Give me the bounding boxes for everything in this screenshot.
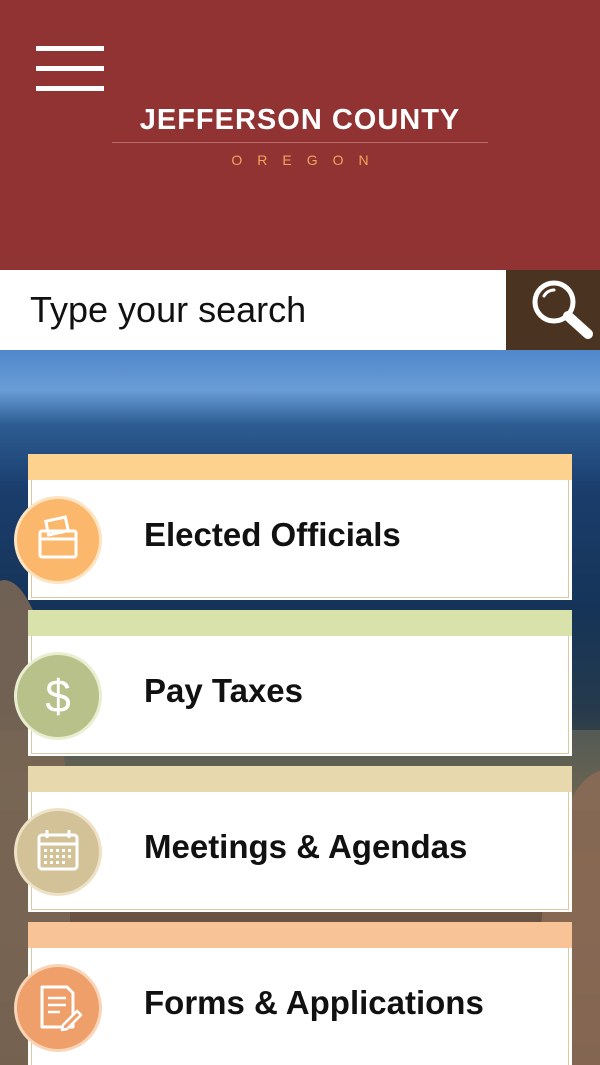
tile-label: Meetings & Agendas — [144, 828, 468, 865]
tile-pay-taxes[interactable]: Pay Taxes $ — [14, 610, 572, 756]
tile-label: Forms & Applications — [144, 984, 484, 1021]
logo-subtitle: OREGON — [231, 152, 384, 168]
search-input[interactable] — [0, 270, 506, 350]
county-logo[interactable]: JEFFERSON COUNTY OREGON — [112, 100, 488, 169]
hamburger-menu-button[interactable] — [36, 44, 104, 96]
search-bar — [0, 270, 600, 350]
document-edit-icon — [14, 964, 102, 1052]
tile-band — [28, 454, 572, 480]
tile-band — [28, 766, 572, 792]
search-button[interactable] — [506, 270, 600, 350]
menu-bar — [36, 66, 104, 71]
tile-forms-applications[interactable]: Forms & Applications — [14, 922, 572, 1065]
tile-meetings-agendas[interactable]: Meetings & Agendas — [14, 766, 572, 912]
svg-text:$: $ — [45, 670, 71, 722]
tile-band — [28, 610, 572, 636]
menu-bar — [36, 46, 104, 51]
logo-title: JEFFERSON COUNTY — [139, 104, 461, 136]
app-header: JEFFERSON COUNTY OREGON — [0, 0, 600, 270]
ballot-box-icon — [14, 496, 102, 584]
tile-label: Elected Officials — [144, 516, 401, 553]
logo-divider — [112, 142, 488, 143]
menu-bar — [36, 86, 104, 91]
dollar-icon: $ — [14, 652, 102, 740]
tile-label: Pay Taxes — [144, 672, 304, 709]
tile-band — [28, 922, 572, 948]
tile-elected-officials[interactable]: Elected Officials — [14, 454, 572, 600]
calendar-icon — [14, 808, 102, 896]
